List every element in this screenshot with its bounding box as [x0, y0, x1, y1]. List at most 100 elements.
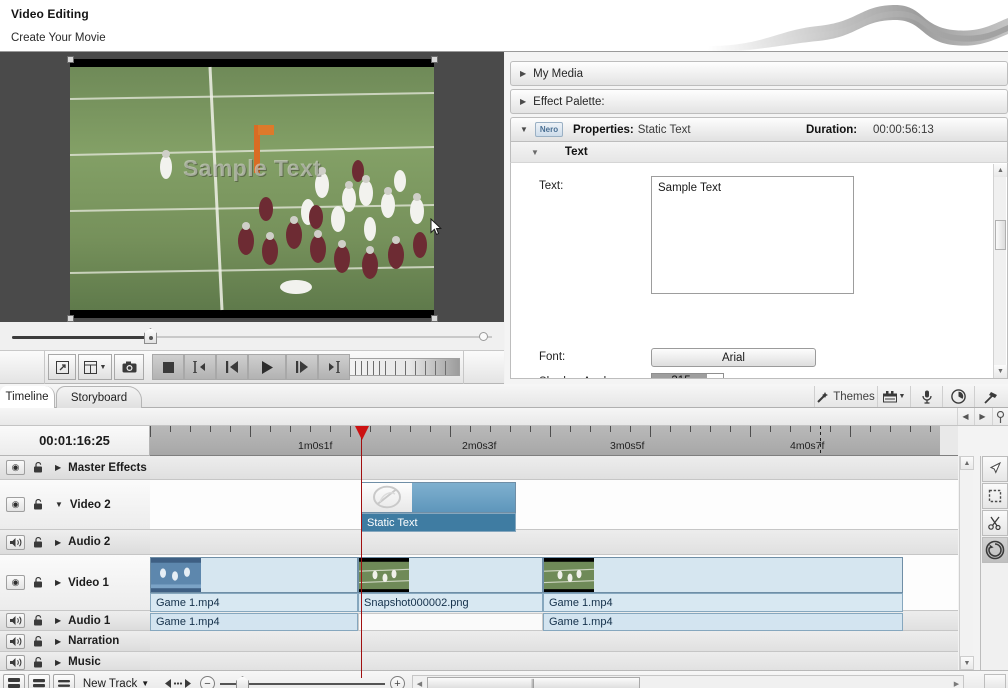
clip-game1-a[interactable]: [150, 557, 358, 593]
select-arrow-tool[interactable]: [982, 456, 1008, 482]
track-header-audio-1[interactable]: ▶ Audio 1: [0, 611, 150, 631]
chevron-right-icon[interactable]: ▶: [55, 658, 61, 667]
microphone-button[interactable]: [910, 386, 942, 407]
marquee-select-tool[interactable]: [982, 483, 1008, 509]
eye-icon[interactable]: ◉: [6, 460, 25, 475]
chevron-right-icon[interactable]: ▶: [55, 637, 61, 646]
speaker-icon[interactable]: [6, 654, 25, 670]
timecode-display[interactable]: 00:01:16:25: [0, 426, 150, 456]
text-input[interactable]: Sample Text: [651, 176, 854, 294]
track-header-audio-2[interactable]: ▶ Audio 2: [0, 530, 150, 555]
lane-video-2[interactable]: [150, 480, 958, 530]
fullscreen-icon[interactable]: [48, 354, 76, 380]
layout-dropdown-icon[interactable]: ▼: [78, 354, 112, 380]
properties-header[interactable]: ▼ Nero Properties: Static Text Duration:…: [510, 117, 1008, 142]
unlock-icon[interactable]: [29, 613, 48, 628]
speaker-icon[interactable]: [6, 633, 25, 649]
stop-button[interactable]: [152, 354, 184, 380]
video-frame[interactable]: Sample Text: [70, 59, 434, 318]
clip-audio-game1-b[interactable]: Game 1.mp4: [543, 613, 903, 631]
track-header-video-1[interactable]: ◉ ▶ Video 1: [0, 555, 150, 611]
snap-toggle-button[interactable]: [163, 674, 193, 688]
chevron-down-icon[interactable]: ▼: [55, 500, 63, 509]
eye-icon[interactable]: ◉: [6, 575, 25, 590]
resize-corner[interactable]: [984, 674, 1006, 688]
tools-button[interactable]: [974, 386, 1006, 407]
scissors-cut-tool[interactable]: [982, 510, 1008, 536]
step-forward-button[interactable]: [286, 354, 318, 380]
track-header-video-2[interactable]: ◉ ▼ Video 2: [0, 480, 150, 530]
timeline-horizontal-scrollbar[interactable]: ◀ ║ ▶: [412, 675, 964, 688]
marker-pin-icon[interactable]: [992, 408, 1008, 425]
unlock-icon[interactable]: [29, 655, 48, 670]
clock-button[interactable]: [942, 386, 974, 407]
snapshot-camera-icon[interactable]: [114, 354, 144, 380]
unlock-icon[interactable]: [29, 460, 48, 475]
chevron-right-icon[interactable]: ▶: [55, 538, 61, 547]
accordion-effect-palette[interactable]: ▶ Effect Palette:: [510, 89, 1008, 114]
unlock-icon[interactable]: [29, 497, 48, 512]
unlock-icon[interactable]: [29, 634, 48, 649]
clip-label-game1-b[interactable]: Game 1.mp4: [543, 593, 903, 612]
speaker-icon[interactable]: [6, 613, 25, 628]
clip-game1-b[interactable]: [543, 557, 903, 593]
tab-timeline[interactable]: Timeline: [0, 386, 55, 408]
play-button[interactable]: [248, 354, 286, 380]
timeline-zoom-slider[interactable]: − +: [200, 674, 405, 688]
clip-label-snapshot[interactable]: Snapshot000002.png: [358, 593, 543, 612]
new-track-button[interactable]: New Track ▼: [77, 674, 155, 688]
lane-music[interactable]: [150, 652, 958, 670]
eye-icon[interactable]: ◉: [6, 497, 25, 512]
properties-scrollbar[interactable]: ▲ ▼: [993, 164, 1007, 378]
scroll-up-icon[interactable]: ▲: [960, 456, 974, 470]
frame-handle-tl[interactable]: [67, 56, 74, 63]
timeline-vertical-scrollbar[interactable]: ▲ ▼: [959, 456, 974, 670]
clip-static-text[interactable]: [361, 482, 516, 513]
frame-handle-bl[interactable]: [67, 315, 74, 322]
scroll-up-icon[interactable]: ▲: [994, 164, 1007, 177]
timeline-tracks-area[interactable]: Static Text Game 1.mp4 Snapshot000002.pn…: [150, 456, 958, 670]
preview-scrub-bar[interactable]: [0, 322, 504, 351]
themes-button[interactable]: Themes: [814, 386, 877, 407]
view-compact-button[interactable]: [3, 674, 25, 688]
frame-handle-tr[interactable]: [431, 56, 438, 63]
scroll-down-icon[interactable]: ▼: [994, 365, 1007, 378]
clip-label-game1-a[interactable]: Game 1.mp4: [150, 593, 358, 612]
view-large-button[interactable]: [53, 674, 75, 688]
frame-handle-br[interactable]: [431, 315, 438, 322]
accordion-my-media[interactable]: ▶ My Media: [510, 61, 1008, 86]
font-picker-button[interactable]: Arial: [651, 348, 816, 367]
scroll-right-icon[interactable]: ▶: [950, 676, 963, 688]
timeline-ruler[interactable]: 1m0s1f 2m0s3f 3m0s5f 4m0s7f: [150, 426, 958, 456]
text-section-header[interactable]: ▼ Text: [510, 142, 1008, 163]
chevron-right-icon[interactable]: ▶: [55, 463, 61, 472]
transition-button[interactable]: ▼: [877, 386, 910, 407]
lane-narration[interactable]: [150, 631, 958, 652]
scrub-handle[interactable]: [144, 328, 157, 344]
unlock-icon[interactable]: [29, 535, 48, 550]
scroll-down-icon[interactable]: ▼: [960, 656, 974, 670]
step-backward-button[interactable]: [216, 354, 248, 380]
scroll-left-icon[interactable]: ◀: [413, 676, 426, 688]
chevron-right-icon[interactable]: ▶: [55, 578, 61, 587]
nav-next-icon[interactable]: ▶: [974, 408, 990, 425]
nav-prev-icon[interactable]: ◀: [957, 408, 973, 425]
rotate-tool[interactable]: [982, 537, 1008, 563]
clip-audio-game1-a[interactable]: Game 1.mp4: [150, 613, 358, 631]
hscroll-thumb[interactable]: ║: [427, 677, 640, 688]
scrollbar-thumb[interactable]: [995, 220, 1006, 250]
clip-audio-gap[interactable]: [358, 613, 543, 631]
unlock-icon[interactable]: [29, 575, 48, 590]
mark-in-button[interactable]: [184, 354, 216, 380]
speaker-icon[interactable]: [6, 534, 25, 550]
lane-audio-2[interactable]: [150, 530, 958, 555]
clip-label-static-text[interactable]: Static Text: [361, 513, 516, 532]
chevron-right-icon[interactable]: ▶: [55, 616, 61, 625]
view-medium-button[interactable]: [28, 674, 50, 688]
zoom-in-button[interactable]: +: [390, 676, 405, 688]
clip-snapshot[interactable]: [358, 557, 543, 593]
scrub-end-marker[interactable]: [479, 332, 488, 341]
track-header-master-effects[interactable]: ◉ ▶ Master Effects: [0, 456, 150, 480]
tab-storyboard[interactable]: Storyboard: [56, 386, 142, 408]
shadow-angle-spinner[interactable]: 315: [651, 373, 724, 378]
